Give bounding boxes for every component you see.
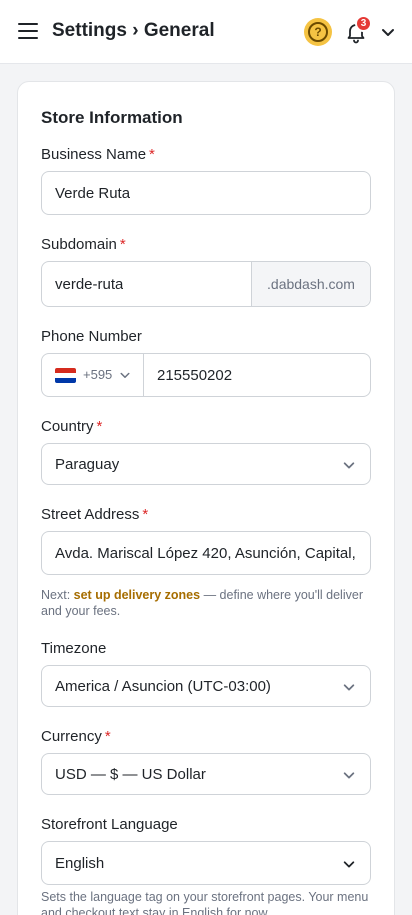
phone-label: Phone Number — [41, 328, 142, 345]
business-name-value: Verde Ruta — [55, 185, 131, 202]
help-circle-icon: ? — [308, 22, 328, 42]
subdomain-suffix: .dabdash.com — [251, 262, 370, 306]
business-name-label: Business Name * — [41, 146, 155, 163]
currency-label: Currency * — [41, 728, 111, 745]
required-marker: * — [104, 728, 111, 745]
required-marker: * — [96, 418, 103, 435]
country-code-select[interactable]: +595 — [42, 354, 144, 396]
street-label: Street Address * — [41, 506, 148, 523]
chevron-down-icon — [343, 772, 355, 779]
section-title: Store Information — [41, 108, 183, 127]
street-help-text: Next: set up delivery zones — define whe… — [41, 587, 371, 619]
street-address-value: Avda. Mariscal López 420, Asunción, Capi… — [55, 545, 356, 562]
required-marker: * — [142, 506, 149, 523]
chevron-down-icon — [343, 684, 355, 691]
language-label: Storefront Language — [41, 816, 178, 833]
page-title: Settings › General — [52, 20, 215, 41]
help-button[interactable]: ? — [304, 18, 332, 46]
help-prefix: Next: — [41, 588, 74, 602]
subdomain-label: Subdomain * — [41, 236, 126, 253]
phone-field: +595 215550202 — [41, 353, 371, 397]
language-help-text: Sets the language tag on your storefront… — [41, 890, 369, 915]
country-value: Paraguay — [55, 456, 120, 473]
language-select[interactable]: English — [41, 841, 371, 885]
country-label: Country * — [41, 418, 102, 435]
notification-badge: 3 — [355, 15, 372, 32]
business-name-input[interactable]: Verde Ruta — [41, 171, 371, 215]
paraguay-flag-icon — [55, 368, 76, 383]
phone-number-input[interactable]: 215550202 — [157, 367, 232, 384]
currency-select[interactable]: USD — $ — US Dollar — [41, 753, 371, 795]
street-address-input[interactable]: Avda. Mariscal López 420, Asunción, Capi… — [41, 531, 371, 575]
delivery-zones-link[interactable]: set up delivery zones — [74, 588, 200, 602]
chevron-down-icon — [120, 372, 130, 378]
street-label-text: Street Address — [41, 506, 140, 523]
required-marker: * — [119, 236, 126, 253]
timezone-label: Timezone — [41, 640, 107, 657]
country-label-text: Country — [41, 418, 94, 435]
chevron-down-icon — [343, 861, 355, 868]
currency-label-text: Currency — [41, 728, 102, 745]
required-marker: * — [149, 146, 155, 163]
subdomain-value: verde-ruta — [55, 276, 124, 293]
subdomain-input[interactable]: verde-ruta .dabdash.com — [41, 261, 371, 307]
top-bar: Settings › General ? 3 — [0, 0, 412, 64]
menu-icon[interactable] — [18, 23, 38, 41]
business-name-label-text: Business Name — [41, 146, 147, 163]
subdomain-label-text: Subdomain — [41, 236, 117, 253]
currency-value: USD — $ — US Dollar — [55, 766, 206, 783]
country-select[interactable]: Paraguay — [41, 443, 371, 485]
chevron-down-icon — [343, 462, 355, 469]
timezone-value: America / Asuncion (UTC-03:00) — [55, 678, 271, 695]
timezone-select[interactable]: America / Asuncion (UTC-03:00) — [41, 665, 371, 707]
chevron-down-icon[interactable] — [380, 24, 396, 40]
language-value: English — [55, 855, 105, 872]
dial-code: +595 — [83, 367, 113, 382]
